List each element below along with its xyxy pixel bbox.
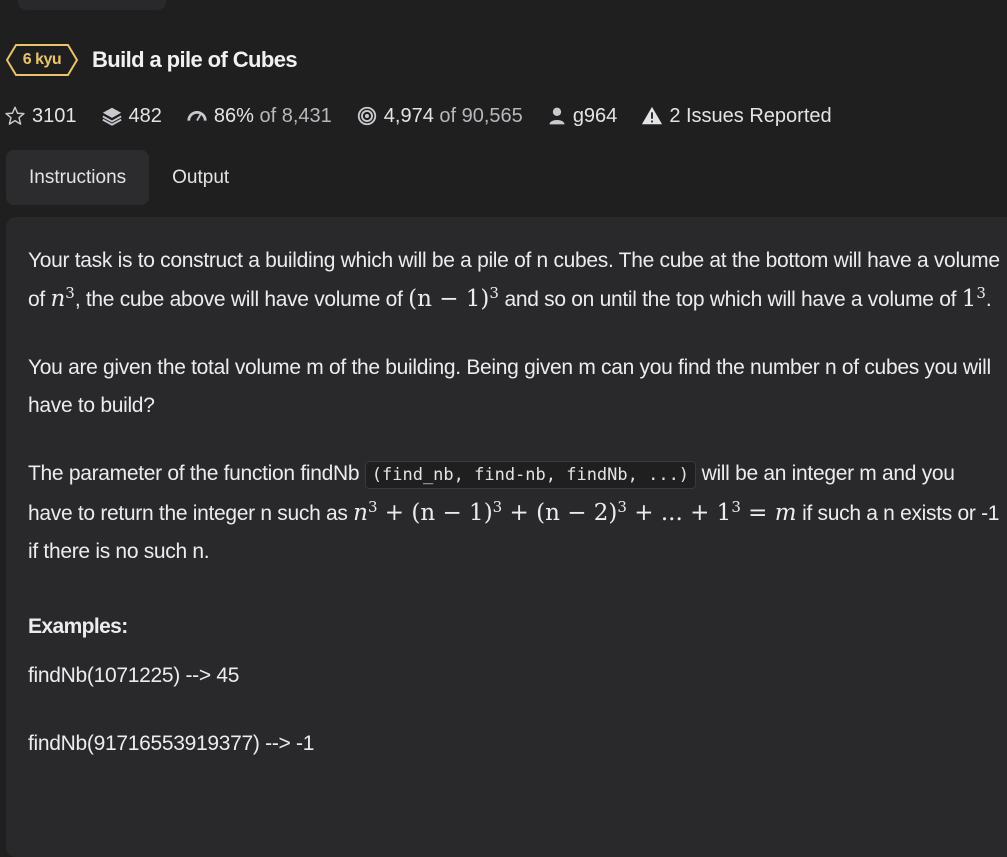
math-exp: 3 [489, 284, 499, 302]
function-names-code: (find_nb, find-nb, findNb, ...) [364, 461, 697, 489]
math-exp: 3 [617, 498, 627, 516]
kata-header: 6 kyu Build a pile of Cubes [6, 40, 298, 80]
completed-count: 4,974 [383, 104, 434, 127]
layers-icon [101, 107, 122, 126]
example-item: findNb(91716553919377) --> -1 [28, 732, 315, 755]
math-expr: + (n − 1) [377, 500, 493, 526]
math-expr: 1 [961, 286, 977, 312]
kata-stats: 3101 482 86% of 8,431 4,974 of 90,565 g9… [4, 102, 856, 130]
math-exp: 3 [367, 498, 378, 516]
description-paragraph-1: Your task is to construct a building whi… [28, 242, 1003, 319]
satisfaction-of: of 8,431 [259, 104, 332, 127]
completed-of: of 90,565 [439, 104, 523, 127]
math-exp: 3 [492, 498, 503, 516]
math-exp: 3 [65, 284, 75, 302]
completed-stat: 4,974 of 90,565 [356, 105, 523, 128]
text-span: , the cube above will have volume of [74, 288, 409, 311]
math-sum-formula: n3 + (n − 1)3 + (n − 2)3 + ... + 13 = m [353, 498, 797, 526]
math-one-cubed: 13 [961, 284, 986, 312]
math-expr: (n − 1) [408, 286, 490, 312]
satisfaction-pct: 86% [213, 104, 254, 127]
kata-title: Build a pile of Cubes [92, 47, 298, 72]
math-exp: 3 [976, 284, 986, 302]
tab-output[interactable]: Output [149, 150, 252, 205]
description-paragraph-3: The parameter of the function findNb (fi… [28, 455, 1003, 571]
text-span: . [985, 288, 992, 311]
rank-badge: 6 kyu [6, 43, 78, 77]
instructions-panel: Your task is to construct a building whi… [6, 217, 1007, 857]
description: Your task is to construct a building whi… [28, 242, 1003, 763]
text-span: and so on until the top which will have … [498, 288, 962, 311]
examples-heading: Examples: [28, 615, 128, 638]
satisfaction-stat: 86% of 8,431 [186, 105, 332, 128]
math-n-minus-1-cubed: (n − 1)3 [408, 284, 499, 312]
tab-instructions[interactable]: Instructions [6, 150, 150, 205]
author-name: g964 [572, 104, 618, 127]
math-expr: + (n − 2) [502, 500, 618, 526]
text-span: The parameter of the function findNb [28, 462, 365, 485]
warning-icon [642, 106, 663, 125]
math-var: n [50, 286, 66, 312]
target-icon [357, 106, 376, 126]
description-paragraph-2: You are given the total volume m of the … [28, 356, 991, 417]
math-expr: + ... + 1 [626, 500, 732, 526]
math-var: m [774, 500, 797, 526]
math-exp: 3 [731, 498, 741, 516]
stars-stat[interactable]: 3101 [4, 105, 77, 128]
star-icon [5, 106, 25, 125]
issues-stat[interactable]: 2 Issues Reported [641, 104, 832, 128]
issues-label: 2 Issues Reported [669, 104, 832, 127]
math-expr: = [740, 500, 775, 526]
gauge-icon [187, 111, 207, 122]
example-item: findNb(1071225) --> 45 [28, 664, 240, 687]
math-n-cubed: n3 [50, 284, 75, 312]
user-icon [549, 107, 565, 125]
rank-label: 6 kyu [22, 51, 62, 68]
math-var: n [353, 500, 368, 526]
tab-bar: Instructions Output [6, 150, 252, 205]
previous-section-edge [18, 0, 166, 10]
collections-stat[interactable]: 482 [101, 105, 162, 128]
collections-count: 482 [128, 104, 162, 127]
author-stat[interactable]: g964 [547, 104, 618, 128]
stars-count: 3101 [32, 104, 77, 127]
